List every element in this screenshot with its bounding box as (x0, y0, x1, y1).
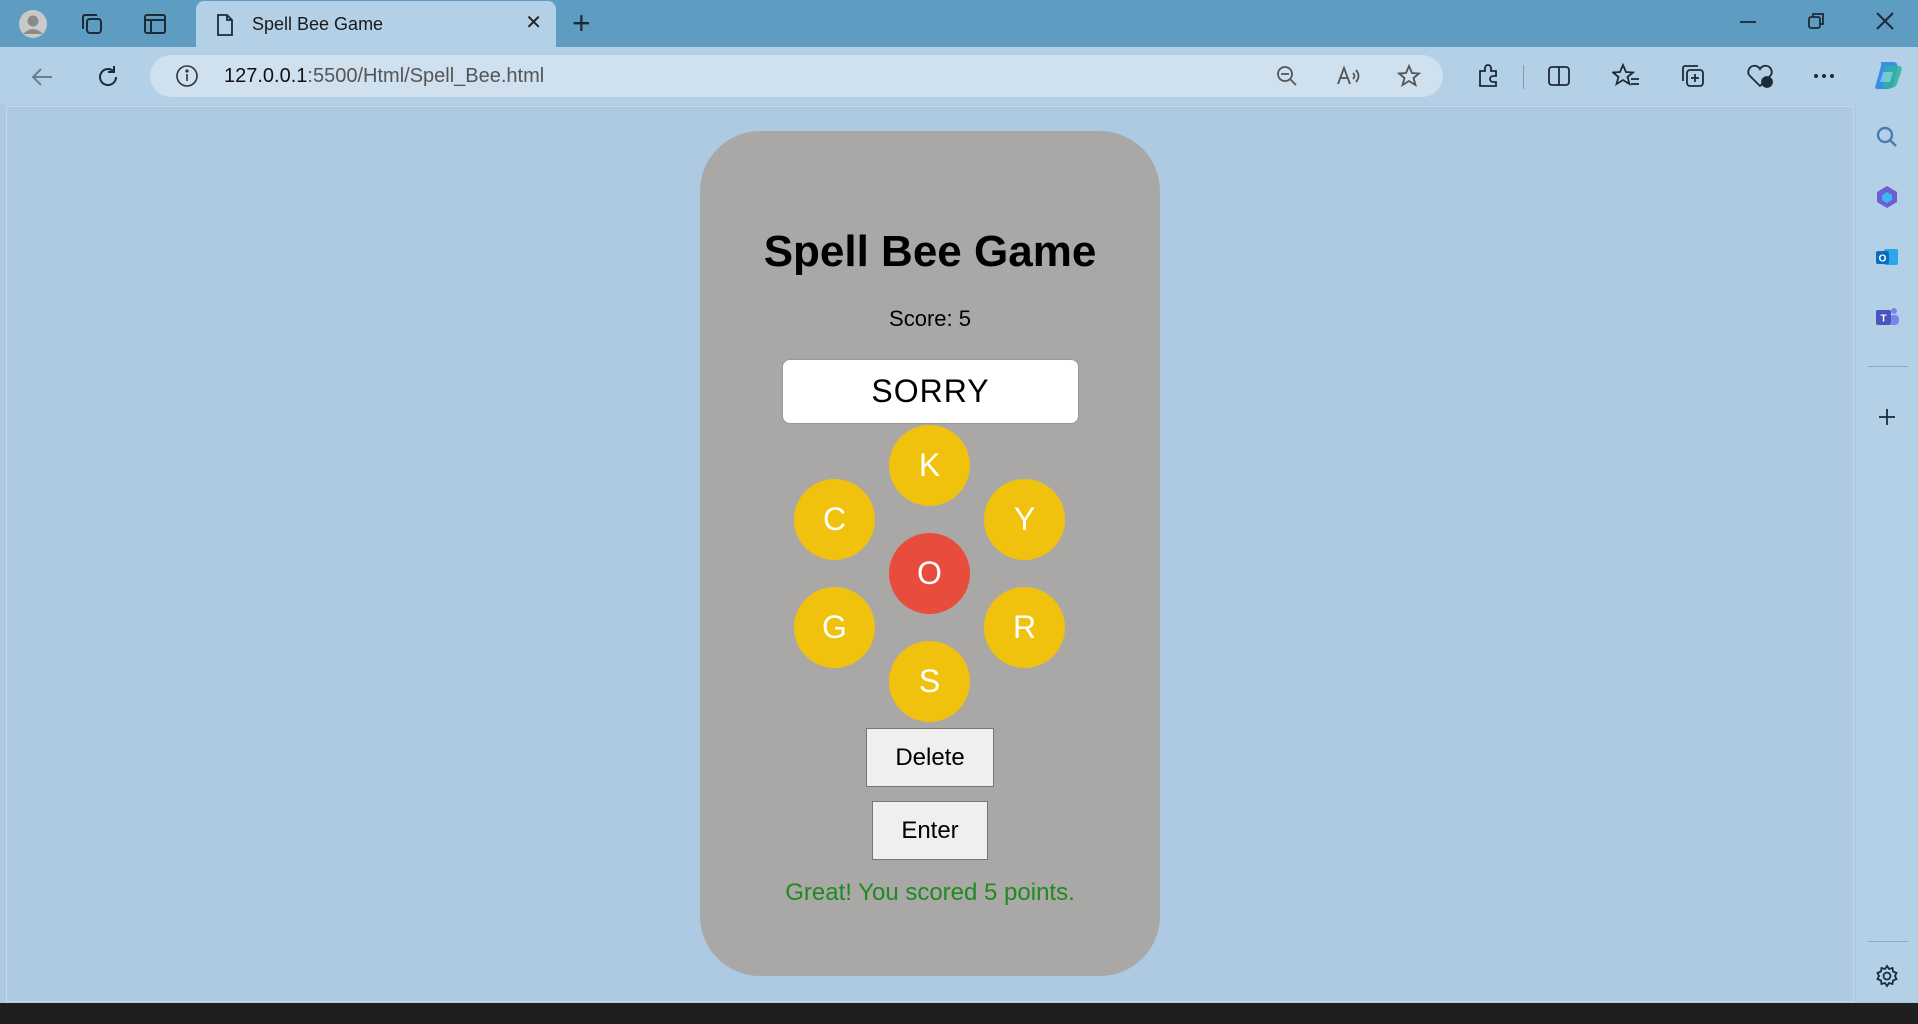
tab-spell-bee[interactable]: Spell Bee Game ✕ (196, 1, 556, 47)
sidebar-teams-icon[interactable]: T (1871, 301, 1903, 333)
letter-tile-bottom[interactable]: S (889, 641, 970, 722)
back-icon[interactable] (26, 61, 58, 93)
collections-icon[interactable] (1677, 60, 1709, 92)
delete-button[interactable]: Delete (866, 728, 994, 787)
svg-text:T: T (1880, 314, 1886, 325)
sidebar-add-icon[interactable] (1871, 401, 1903, 433)
sidebar-outlook-icon[interactable]: O (1871, 241, 1903, 273)
sidebar-divider (1868, 366, 1908, 367)
toolbar-divider (1523, 65, 1524, 89)
zoom-out-icon[interactable] (1274, 63, 1300, 89)
result-message: Great! You scored 5 points. (785, 879, 1075, 906)
letter-tile-top[interactable]: K (889, 425, 970, 506)
edge-sidebar: O T (1856, 105, 1918, 1002)
sidebar-bottom-divider (1868, 941, 1908, 942)
letter-tile-center[interactable]: O (889, 533, 970, 614)
new-tab-icon[interactable]: + (572, 7, 591, 39)
url-text[interactable]: 127.0.0.1:5500/Html/Spell_Bee.html (224, 65, 544, 88)
profile-avatar-icon[interactable] (17, 8, 49, 40)
site-info-icon[interactable] (174, 63, 200, 89)
letter-tile-lower-left[interactable]: G (794, 587, 875, 668)
sidebar-copilot-icon[interactable] (1871, 181, 1903, 213)
browser-essentials-icon[interactable] (1744, 60, 1776, 92)
title-bar: Spell Bee Game ✕ + (0, 0, 1918, 47)
close-window-icon[interactable] (1874, 10, 1896, 38)
sidebar-settings-icon[interactable] (1871, 960, 1903, 992)
reload-icon[interactable] (92, 61, 124, 93)
letter-tile-upper-left[interactable]: C (794, 479, 875, 560)
enter-button[interactable]: Enter (872, 801, 988, 860)
tab-title: Spell Bee Game (252, 13, 384, 34)
minimize-icon[interactable] (1738, 10, 1758, 38)
address-bar[interactable]: 127.0.0.1:5500/Html/Spell_Bee.html (150, 55, 1443, 97)
letter-tile-lower-right[interactable]: R (984, 587, 1065, 668)
taskbar-strip (0, 1003, 1918, 1024)
score-display: Score: 5 (889, 306, 971, 331)
favorites-icon[interactable] (1610, 60, 1642, 92)
game-title: Spell Bee Game (763, 227, 1097, 276)
restore-icon[interactable] (1806, 10, 1826, 38)
sidebar-search-icon[interactable] (1871, 121, 1903, 153)
read-aloud-icon[interactable] (1336, 63, 1362, 89)
url-host: 127.0.0.1 (224, 65, 308, 87)
workspaces-icon[interactable] (76, 8, 108, 40)
letter-tile-upper-right[interactable]: Y (984, 479, 1065, 560)
svg-text:O: O (1879, 254, 1887, 265)
split-screen-icon[interactable] (1543, 60, 1575, 92)
more-options-icon[interactable] (1808, 60, 1840, 92)
extensions-icon[interactable] (1472, 60, 1504, 92)
browser-toolbar: 127.0.0.1:5500/Html/Spell_Bee.html (0, 47, 1918, 105)
document-icon (216, 14, 234, 41)
tab-actions-icon[interactable] (139, 8, 171, 40)
favorite-star-icon[interactable] (1396, 63, 1422, 89)
game-card: Spell Bee Game Score: 5 SORRY K C Y O G … (700, 131, 1160, 976)
close-tab-icon[interactable]: ✕ (525, 13, 542, 33)
current-word-display: SORRY (782, 359, 1079, 424)
url-path: :5500/Html/Spell_Bee.html (307, 65, 545, 87)
copilot-icon[interactable] (1870, 57, 1906, 93)
